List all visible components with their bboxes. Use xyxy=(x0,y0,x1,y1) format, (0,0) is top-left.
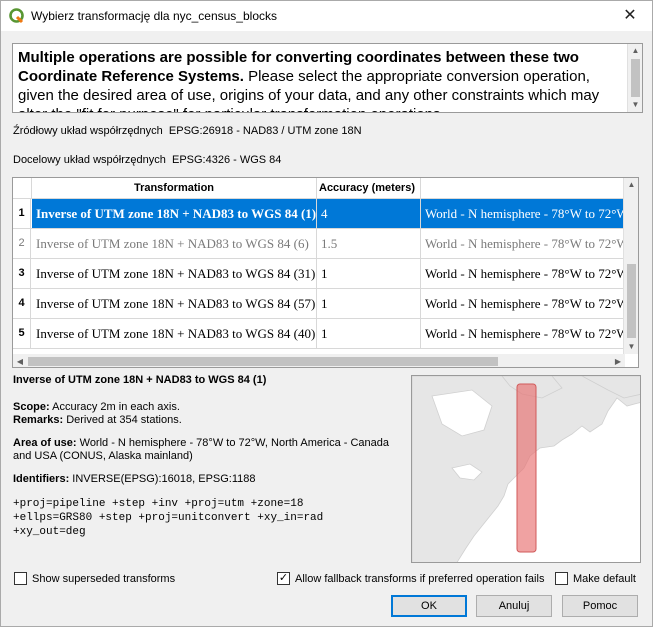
info-scrollbar[interactable]: ▲ ▼ xyxy=(627,44,642,112)
table-vertical-scrollbar[interactable]: ▲ ▼ xyxy=(623,178,638,354)
scroll-thumb[interactable] xyxy=(28,357,498,366)
area-cell: World - N hemisphere - 78°W to 72°W, N xyxy=(421,259,625,288)
table-horizontal-scrollbar[interactable]: ◀ ▶ xyxy=(13,354,625,367)
qgis-logo-icon xyxy=(9,8,24,24)
row-number: 3 xyxy=(13,259,31,288)
identifiers-label: Identifiers: xyxy=(13,473,70,485)
scroll-up-icon[interactable]: ▲ xyxy=(628,44,642,58)
area-label: Area of use: xyxy=(13,437,77,449)
transformation-dialog: Wybierz transformację dla nyc_census_blo… xyxy=(0,0,653,627)
scope-label: Scope: xyxy=(13,401,50,413)
accuracy-cell: 1.5 xyxy=(317,229,421,258)
table-row[interactable]: 4 Inverse of UTM zone 18N + NAD83 to WGS… xyxy=(13,289,625,319)
show-superseded-label: Show superseded transforms xyxy=(32,573,176,585)
details-area: Area of use: World - N hemisphere - 78°W… xyxy=(13,437,398,463)
cancel-button[interactable]: Anuluj xyxy=(476,595,552,617)
transformation-cell: Inverse of UTM zone 18N + NAD83 to WGS 8… xyxy=(32,199,317,228)
title-bar: Wybierz transformację dla nyc_census_blo… xyxy=(1,1,652,31)
transformation-cell: Inverse of UTM zone 18N + NAD83 to WGS 8… xyxy=(32,319,317,348)
close-icon: ✕ xyxy=(623,7,637,24)
source-crs-value: EPSG:26918 - NAD83 / UTM zone 18N xyxy=(168,125,362,137)
scroll-up-icon[interactable]: ▲ xyxy=(624,178,638,192)
transformations-table: Transformation Accuracy (meters) 1 Inver… xyxy=(12,177,639,368)
transformation-cell: Inverse of UTM zone 18N + NAD83 to WGS 8… xyxy=(32,259,317,288)
details-title: Inverse of UTM zone 18N + NAD83 to WGS 8… xyxy=(13,374,267,386)
row-number: 5 xyxy=(13,319,31,348)
row-number: 1 xyxy=(13,199,31,228)
details-identifiers: Identifiers: INVERSE(EPSG):16018, EPSG:1… xyxy=(13,473,408,486)
area-of-use-map xyxy=(411,375,641,563)
make-default-label: Make default xyxy=(573,573,636,585)
area-of-use-highlight xyxy=(516,383,537,553)
dest-crs: Docelowy układ współrzędnych EPSG:4326 -… xyxy=(13,154,281,166)
scroll-left-icon[interactable]: ◀ xyxy=(13,354,27,367)
ok-button[interactable]: OK xyxy=(391,595,467,617)
info-message-box: Multiple operations are possible for con… xyxy=(12,43,643,113)
dest-crs-label: Docelowy układ współrzędnych xyxy=(13,154,166,166)
source-crs: Źródłowy układ współrzędnych EPSG:26918 … xyxy=(13,125,362,137)
accuracy-cell: 1 xyxy=(317,259,421,288)
accuracy-cell: 1 xyxy=(317,289,421,318)
dest-crs-value: EPSG:4326 - WGS 84 xyxy=(171,154,282,166)
help-button[interactable]: Pomoc xyxy=(562,595,638,617)
row-number: 4 xyxy=(13,289,31,318)
identifiers-value: INVERSE(EPSG):16018, EPSG:1188 xyxy=(69,473,256,485)
scroll-thumb[interactable] xyxy=(631,59,640,97)
area-cell: World - N hemisphere - 78°W to 72°W, N xyxy=(421,229,625,258)
remarks-label: Remarks: xyxy=(13,414,64,426)
scroll-down-icon[interactable]: ▼ xyxy=(624,340,638,354)
info-message: Multiple operations are possible for con… xyxy=(18,48,626,112)
allow-fallback-checkbox[interactable]: ✓ xyxy=(277,572,290,585)
scope-value: Accuracy 2m in each axis. xyxy=(49,401,180,413)
details-scope: Scope: Accuracy 2m in each axis. xyxy=(13,401,408,414)
area-cell: World - N hemisphere - 78°W to 72°W, N xyxy=(421,319,625,348)
transformation-cell: Inverse of UTM zone 18N + NAD83 to WGS 8… xyxy=(32,289,317,318)
allow-fallback-label: Allow fallback transforms if preferred o… xyxy=(295,573,545,585)
accuracy-cell: 4 xyxy=(317,199,421,228)
make-default-checkbox[interactable] xyxy=(555,572,568,585)
transformation-cell: Inverse of UTM zone 18N + NAD83 to WGS 8… xyxy=(32,229,317,258)
show-superseded-checkbox[interactable] xyxy=(14,572,27,585)
scroll-down-icon[interactable]: ▼ xyxy=(628,98,642,112)
column-header-area[interactable] xyxy=(421,178,625,199)
row-number: 2 xyxy=(13,229,31,258)
table-row[interactable]: 3 Inverse of UTM zone 18N + NAD83 to WGS… xyxy=(13,259,625,289)
accuracy-cell: 1 xyxy=(317,319,421,348)
map-canvas xyxy=(412,376,640,562)
table-row[interactable]: 2 Inverse of UTM zone 18N + NAD83 to WGS… xyxy=(13,229,625,259)
table-row[interactable]: 1 Inverse of UTM zone 18N + NAD83 to WGS… xyxy=(13,199,625,229)
column-header-accuracy[interactable]: Accuracy (meters) xyxy=(317,178,421,199)
checkmark-icon: ✓ xyxy=(278,572,289,584)
details-remarks: Remarks: Derived at 354 stations. xyxy=(13,414,408,427)
area-cell: World - N hemisphere - 78°W to 72°W, N xyxy=(421,289,625,318)
proj-string: +proj=pipeline +step +inv +proj=utm +zon… xyxy=(13,498,324,538)
source-crs-label: Źródłowy układ współrzędnych xyxy=(13,125,163,137)
remarks-value: Derived at 354 stations. xyxy=(63,414,182,426)
area-cell: World - N hemisphere - 78°W to 72°W, N xyxy=(421,199,625,228)
scroll-right-icon[interactable]: ▶ xyxy=(611,354,625,367)
transformation-details: Inverse of UTM zone 18N + NAD83 to WGS 8… xyxy=(13,374,408,539)
column-header-transformation[interactable]: Transformation xyxy=(32,178,317,199)
window-title: Wybierz transformację dla nyc_census_blo… xyxy=(31,9,277,23)
table-row[interactable]: 5 Inverse of UTM zone 18N + NAD83 to WGS… xyxy=(13,319,625,349)
close-button[interactable]: ✕ xyxy=(608,1,652,31)
scroll-thumb[interactable] xyxy=(627,264,636,338)
corner-header xyxy=(13,178,32,199)
table-header: Transformation Accuracy (meters) xyxy=(13,178,638,199)
